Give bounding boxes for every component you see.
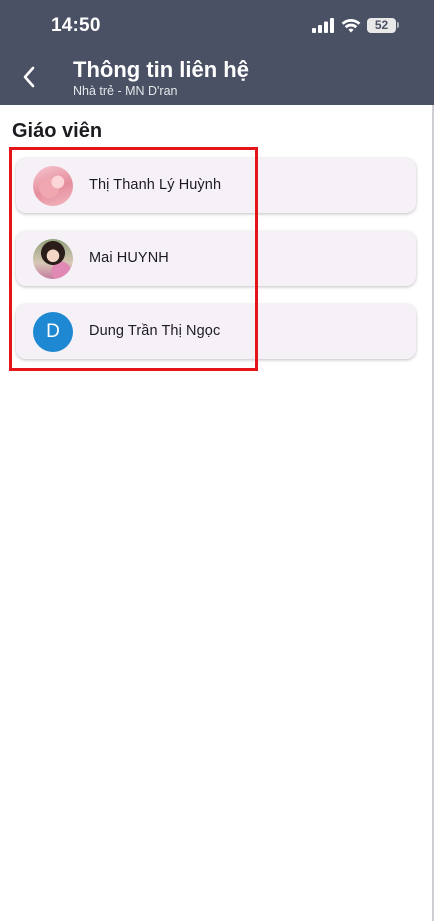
contact-card[interactable]: Thị Thanh Lý Huỳnh — [16, 158, 416, 213]
battery-icon: 52 — [367, 18, 396, 33]
status-time: 14:50 — [51, 15, 101, 36]
chevron-left-icon — [23, 66, 35, 88]
cellular-signal-icon — [312, 18, 334, 33]
contact-name: Dung Trần Thị Ngọc — [89, 323, 221, 339]
contact-name: Mai HUYNH — [89, 250, 169, 266]
battery-nub — [397, 22, 399, 28]
page-title: Thông tin liên hệ — [73, 57, 249, 82]
avatar — [33, 166, 73, 206]
section-title-teachers: Giáo viên — [12, 120, 103, 142]
contact-card[interactable]: Mai HUYNH — [16, 231, 416, 286]
wifi-icon — [341, 18, 361, 33]
page-subtitle: Nhà trẻ - MN D'ran — [73, 84, 178, 98]
contact-card[interactable]: D Dung Trần Thị Ngọc — [16, 304, 416, 359]
avatar — [33, 239, 73, 279]
contact-name: Thị Thanh Lý Huỳnh — [89, 177, 222, 193]
status-bar: 14:50 52 — [0, 0, 434, 52]
contact-list: Thị Thanh Lý Huỳnh Mai HUYNH D Dung Trần… — [16, 158, 416, 377]
avatar: D — [33, 312, 73, 352]
back-button[interactable] — [14, 62, 44, 92]
app-header: 14:50 52 Thông tin liên hệ Nhà trẻ - MN … — [0, 0, 434, 105]
